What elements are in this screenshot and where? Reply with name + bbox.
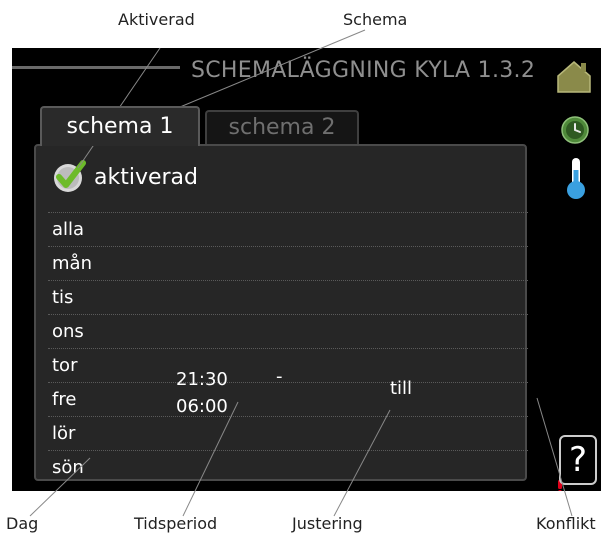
day-row-ons[interactable]: ons bbox=[48, 314, 528, 348]
thermometer-icon[interactable] bbox=[566, 156, 586, 200]
clock-icon[interactable] bbox=[561, 116, 589, 144]
day-row-tor[interactable]: tor bbox=[48, 348, 528, 382]
title-rule bbox=[12, 66, 180, 69]
day-row-man[interactable]: mån bbox=[48, 246, 528, 280]
help-button[interactable]: ? bbox=[559, 435, 597, 485]
day-row-alla[interactable]: alla bbox=[48, 212, 528, 246]
period-start: 21:30 bbox=[176, 369, 228, 390]
period-end: 06:00 bbox=[176, 396, 228, 417]
tab-schema-2[interactable]: schema 2 bbox=[205, 110, 359, 146]
callout-dag: Dag bbox=[6, 514, 39, 533]
day-list: alla mån tis ons tor fre lör sön bbox=[48, 212, 528, 484]
adjustment-value[interactable]: till bbox=[390, 378, 412, 399]
callout-tidsperiod: Tidsperiod bbox=[134, 514, 218, 533]
tab-schema-1[interactable]: schema 1 bbox=[40, 106, 200, 146]
device-screen: SCHEMALÄGGNING KYLA 1.3.2 schema 2 schem… bbox=[12, 48, 601, 491]
period-separator: - bbox=[276, 366, 283, 387]
day-row-lor[interactable]: lör bbox=[48, 416, 528, 450]
callout-aktiverad: Aktiverad bbox=[118, 10, 195, 29]
callout-konflikt: Konflikt bbox=[536, 514, 596, 533]
check-icon[interactable] bbox=[52, 160, 86, 194]
day-row-tis[interactable]: tis bbox=[48, 280, 528, 314]
time-period[interactable]: 21:30 06:00 bbox=[176, 366, 228, 420]
day-row-fre[interactable]: fre bbox=[48, 382, 528, 416]
schedule-panel: aktiverad alla mån tis ons tor fre lör s… bbox=[34, 144, 562, 491]
house-icon[interactable] bbox=[556, 60, 592, 94]
callout-schema: Schema bbox=[343, 10, 408, 29]
activated-label: aktiverad bbox=[94, 165, 199, 190]
callout-justering: Justering bbox=[292, 514, 363, 533]
day-row-son[interactable]: sön bbox=[48, 450, 528, 484]
page-title: SCHEMALÄGGNING KYLA 1.3.2 bbox=[191, 58, 536, 83]
